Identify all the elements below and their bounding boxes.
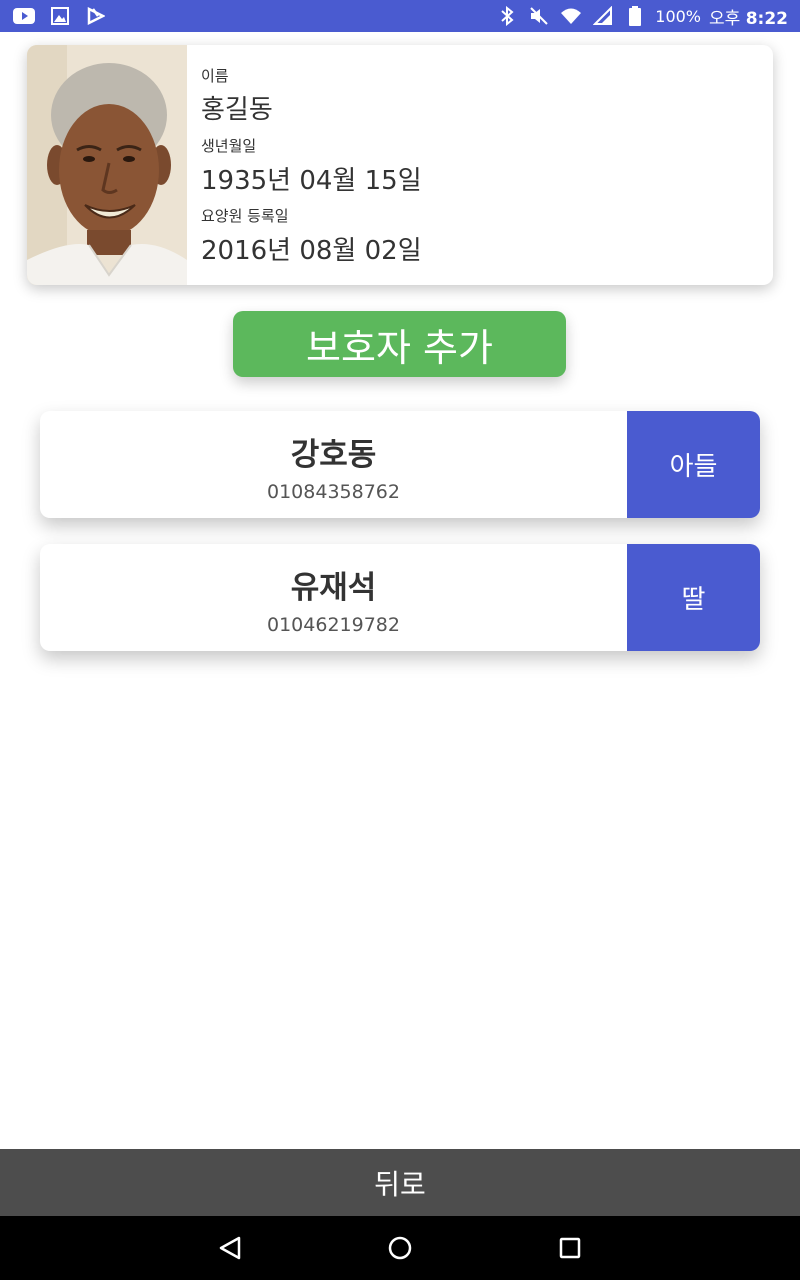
resident-info: 이름 홍길동 생년월일 1935년 04월 15일 요양원 등록일 2016년 … bbox=[201, 45, 761, 285]
guardian-name: 강호동 bbox=[290, 437, 377, 473]
status-clock: 오후 8:22 bbox=[709, 4, 788, 29]
system-nav-bar bbox=[0, 1216, 800, 1280]
guardian-name: 유재석 bbox=[290, 570, 377, 606]
home-circle-icon[interactable] bbox=[384, 1232, 416, 1264]
register-label: 요양원 등록일 bbox=[201, 207, 289, 225]
resident-register-date: 2016년 08월 02일 bbox=[201, 236, 422, 266]
name-label: 이름 bbox=[201, 67, 229, 85]
guardian-relation-badge[interactable]: 딸 bbox=[627, 544, 760, 651]
time-value: 8:22 bbox=[745, 8, 788, 29]
resident-name: 홍길동 bbox=[201, 95, 273, 125]
status-bar-right: 100% 오후 8:22 bbox=[495, 4, 788, 29]
resident-photo bbox=[27, 45, 187, 285]
mute-icon bbox=[527, 4, 551, 28]
back-triangle-icon[interactable] bbox=[214, 1232, 246, 1264]
resident-profile-card: 이름 홍길동 생년월일 1935년 04월 15일 요양원 등록일 2016년 … bbox=[27, 45, 773, 285]
back-button[interactable]: 뒤로 bbox=[0, 1149, 800, 1216]
status-bar-left bbox=[12, 4, 108, 28]
status-bar: 100% 오후 8:22 bbox=[0, 0, 800, 32]
battery-icon bbox=[623, 4, 647, 28]
birth-label: 생년월일 bbox=[201, 137, 257, 155]
resident-birth-date: 1935년 04월 15일 bbox=[201, 166, 422, 196]
guardian-relation-badge[interactable]: 아들 bbox=[627, 411, 760, 518]
time-prefix: 오후 bbox=[709, 8, 741, 29]
guardian-phone: 01046219782 bbox=[267, 614, 400, 636]
app-icon bbox=[84, 4, 108, 28]
battery-percent: 100% bbox=[655, 6, 702, 26]
recents-square-icon[interactable] bbox=[554, 1232, 586, 1264]
image-icon bbox=[48, 4, 72, 28]
add-guardian-button[interactable]: 보호자 추가 bbox=[233, 311, 566, 377]
guardian-card[interactable]: 유재석 01046219782 딸 bbox=[40, 544, 760, 651]
wifi-icon bbox=[559, 4, 583, 28]
bluetooth-icon bbox=[495, 4, 519, 28]
youtube-icon bbox=[12, 4, 36, 28]
signal-icon bbox=[591, 4, 615, 28]
guardian-card[interactable]: 강호동 01084358762 아들 bbox=[40, 411, 760, 518]
guardian-phone: 01084358762 bbox=[267, 481, 400, 503]
